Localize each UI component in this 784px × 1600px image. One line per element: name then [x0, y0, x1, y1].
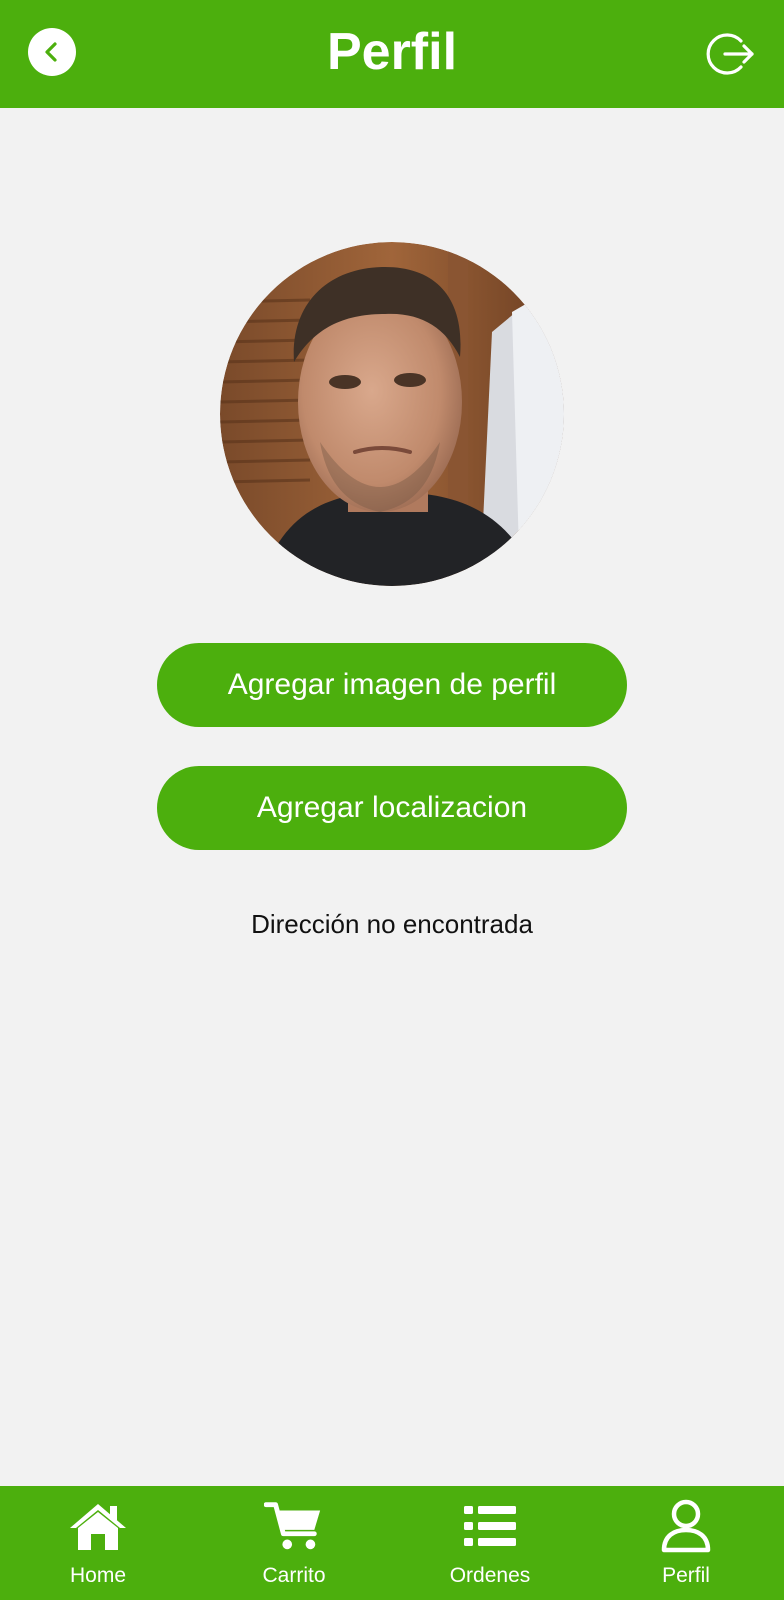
avatar — [220, 242, 564, 586]
bottom-nav: Home Carrito Ordenes Perfil — [0, 1486, 784, 1600]
home-icon — [70, 1504, 126, 1550]
nav-item-profile[interactable]: Perfil — [588, 1486, 784, 1600]
nav-item-cart[interactable]: Carrito — [196, 1486, 392, 1600]
logout-icon — [706, 33, 754, 75]
list-icon — [464, 1506, 516, 1546]
add-profile-image-button[interactable]: Agregar imagen de perfil — [157, 643, 627, 727]
nav-label-profile: Perfil — [662, 1564, 710, 1587]
logout-button[interactable] — [704, 28, 756, 80]
address-status: Dirección no encontrada — [251, 909, 533, 939]
nav-label-cart: Carrito — [262, 1564, 326, 1587]
profile-photo — [220, 242, 564, 586]
cart-icon — [264, 1502, 321, 1550]
top-app-bar: Perfil — [0, 0, 784, 108]
nav-label-home: Home — [69, 1564, 127, 1587]
nav-item-home[interactable]: Home — [0, 1486, 196, 1600]
nav-label-orders: Ordenes — [449, 1564, 531, 1587]
add-location-button[interactable]: Agregar localizacion — [157, 766, 627, 850]
user-icon — [661, 1499, 711, 1553]
nav-item-orders[interactable]: Ordenes — [392, 1486, 588, 1600]
page-title: Perfil — [326, 23, 458, 81]
